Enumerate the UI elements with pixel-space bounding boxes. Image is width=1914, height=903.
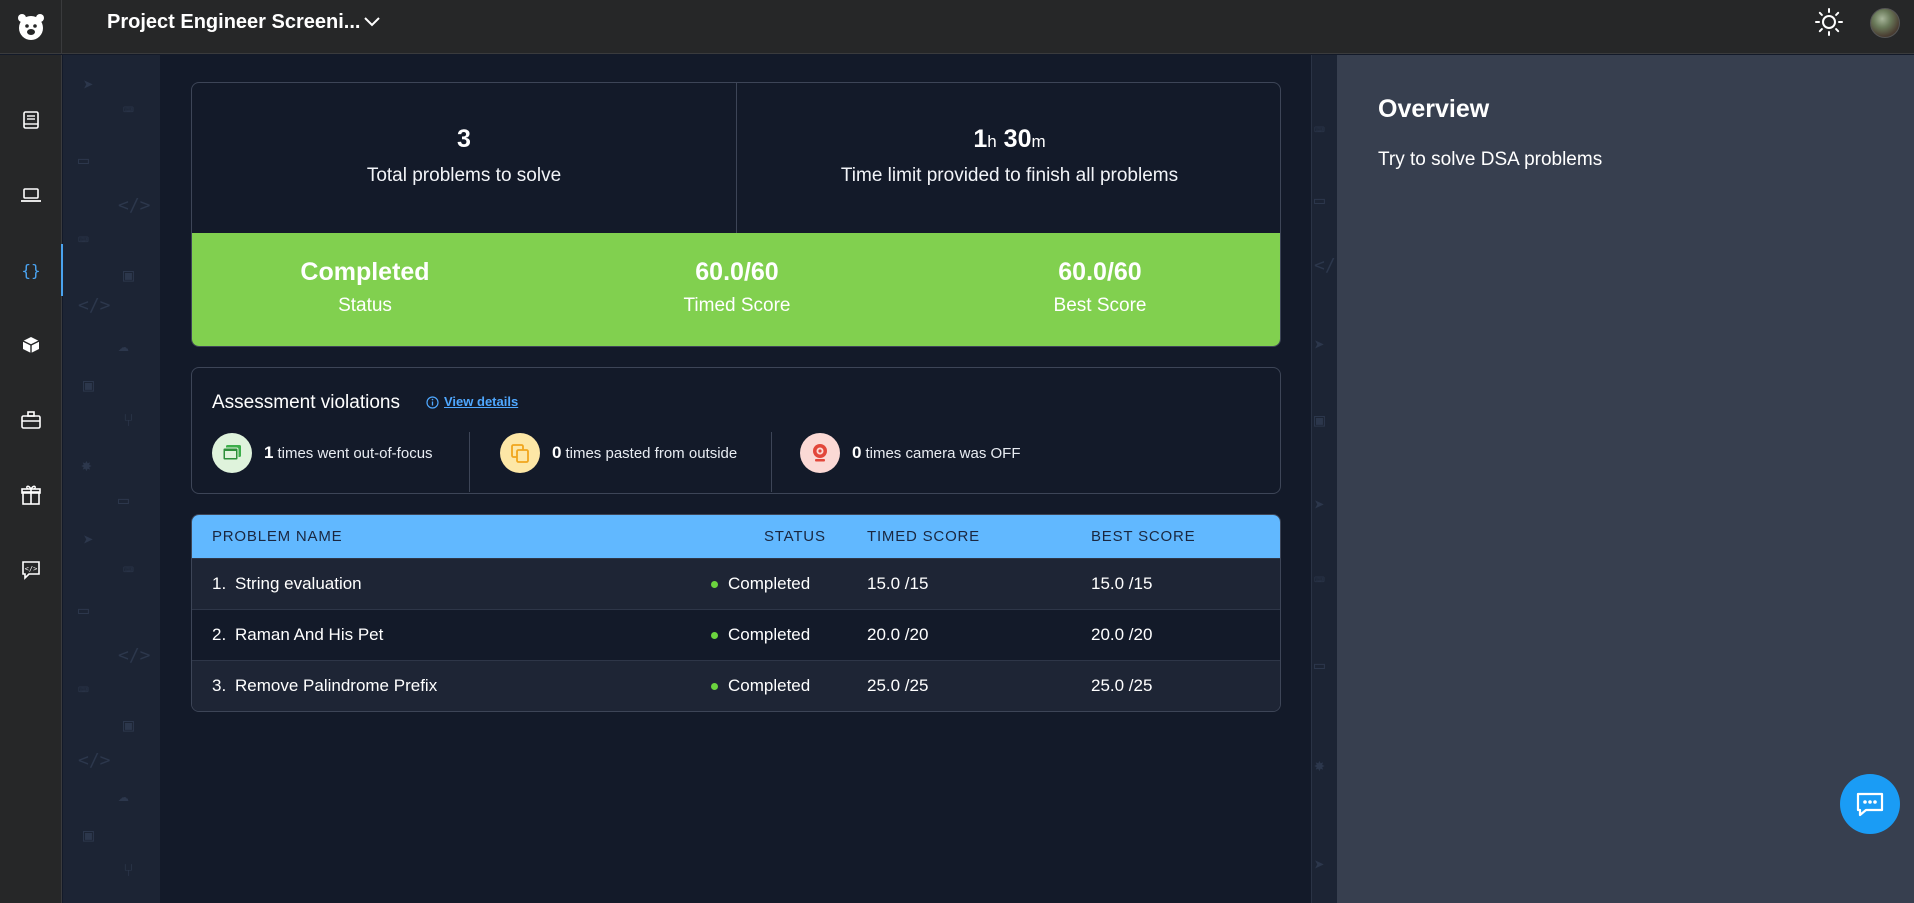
sidebar-item-projects[interactable] [0,317,62,373]
violation-text: times went out-of-focus [277,444,433,462]
window-icon [212,433,252,473]
sun-icon[interactable] [1814,7,1844,37]
problem-name[interactable]: Remove Palindrome Prefix [235,676,437,696]
top-bar: Project Engineer Screeni... [0,0,1914,54]
chat-icon [1856,792,1884,817]
violations-title: Assessment violations [212,392,400,413]
column-header-status: STATUS [764,528,826,545]
overview-description: Try to solve DSA problems [1378,149,1603,170]
feedback-icon: </> [22,561,40,580]
best-score: 20.0 /20 [1091,625,1153,644]
sidebar-item-feedback[interactable]: </> [0,542,62,598]
table-row[interactable]: 3. Remove Palindrome Prefix Completed 25… [192,660,1280,711]
chevron-down-icon[interactable] [362,14,382,30]
total-problems-value: 3 [457,125,471,153]
time-limit-stat: 1h 30m Time limit provided to finish all… [737,83,1280,233]
total-problems-stat: 3 Total problems to solve [192,83,736,233]
summary-card: 3 Total problems to solve 1h 30m Time li… [191,82,1281,347]
best-score-stat: 60.0/60 Best Score [950,233,1250,346]
svg-text:</>: </> [25,565,38,573]
problem-status: Completed [728,574,811,593]
timed-score-stat: 60.0/60 Timed Score [587,233,887,346]
sidebar-item-practice[interactable] [0,167,62,223]
briefcase-icon [21,411,41,429]
row-index: 2. [212,625,227,644]
table-row[interactable]: 1. String evaluation Completed 15.0 /15 … [192,558,1280,609]
result-banner: Completed Status 60.0/60 Timed Score 60.… [192,233,1280,346]
project-title[interactable]: Project Engineer Screeni... [107,10,360,34]
timed-score-value: 60.0/60 [695,258,779,286]
violation-text: times pasted from outside [565,444,738,462]
status-dot [711,632,718,639]
time-limit-value: 1h 30m [973,125,1046,153]
best-score-label: Best Score [1053,295,1147,316]
paste-icon [500,433,540,473]
best-score: 15.0 /15 [1091,574,1153,593]
chat-support-button[interactable] [1840,774,1900,834]
svg-text:{}: {} [21,261,40,280]
violation-count: 0 [552,443,562,462]
info-icon [426,396,439,409]
status-dot [711,581,718,588]
best-score: 25.0 /25 [1091,676,1153,695]
row-index: 1. [212,574,227,593]
problem-status: Completed [728,625,811,644]
avatar[interactable] [1870,8,1900,38]
book-icon [23,111,39,129]
code-braces-icon: {} [21,261,40,280]
violation-out-of-focus: 1 times went out-of-focus [212,433,433,473]
background-pattern: ➤ ⌨ ▭ </> ⌨ ▣ </> ☁ ▣ ⑂ ✸ ▭ ➤ ⌨ ▭ </> ⌨ … [63,55,160,903]
timed-score: 25.0 /25 [867,676,929,695]
logo[interactable] [0,0,62,54]
overview-title: Overview [1378,95,1490,123]
view-details-link[interactable]: View details [444,394,518,409]
webcam-icon [800,433,840,473]
violation-count: 1 [264,443,274,462]
timed-score-label: Timed Score [683,295,791,316]
violation-count: 0 [852,443,862,462]
sidebar-item-rewards[interactable] [0,467,62,523]
sidebar: {} </> [0,55,63,903]
problems-table: PROBLEM NAME STATUS TIMED SCORE BEST SCO… [191,514,1281,712]
column-header-best-score: BEST SCORE [1091,528,1196,545]
assessment-violations-card: Assessment violations View details 1 tim… [191,367,1281,494]
total-problems-label: Total problems to solve [366,165,562,186]
problem-status: Completed [728,676,811,695]
column-header-problem-name: PROBLEM NAME [212,528,343,545]
status-value: Completed [300,258,430,286]
table-header: PROBLEM NAME STATUS TIMED SCORE BEST SCO… [192,515,1280,558]
table-row[interactable]: 2. Raman And His Pet Completed 20.0 /20 … [192,609,1280,660]
background-pattern-right: ⌨ ▭ </ ➤ ▣ ➤ ⌨ ▭ ✸ ➤ [1311,55,1337,903]
violation-text: times camera was OFF [865,444,1021,462]
sidebar-item-learn[interactable] [0,92,62,148]
problem-name[interactable]: String evaluation [235,574,362,594]
gift-icon [21,485,41,505]
laptop-icon [21,188,41,202]
bear-logo-icon [17,14,44,40]
column-header-timed-score: TIMED SCORE [867,528,980,545]
violation-camera-off: 0 times camera was OFF [800,433,1021,473]
timed-score: 15.0 /15 [867,574,929,593]
status-stat: Completed Status [215,233,515,346]
overview-panel: Overview Try to solve DSA problems [1337,55,1914,903]
divider [771,432,772,492]
divider [469,432,470,492]
sidebar-item-code[interactable]: {} [0,242,63,298]
row-index: 3. [212,676,227,695]
problem-name[interactable]: Raman And His Pet [235,625,383,645]
best-score-value: 60.0/60 [1058,258,1142,286]
timed-score: 20.0 /20 [867,625,929,644]
status-dot [711,683,718,690]
sidebar-item-jobs[interactable] [0,392,62,448]
cube-icon [22,337,40,353]
violation-pasted: 0 times pasted from outside [500,433,737,473]
status-label: Status [338,295,392,316]
time-limit-label: Time limit provided to finish all proble… [840,165,1179,186]
